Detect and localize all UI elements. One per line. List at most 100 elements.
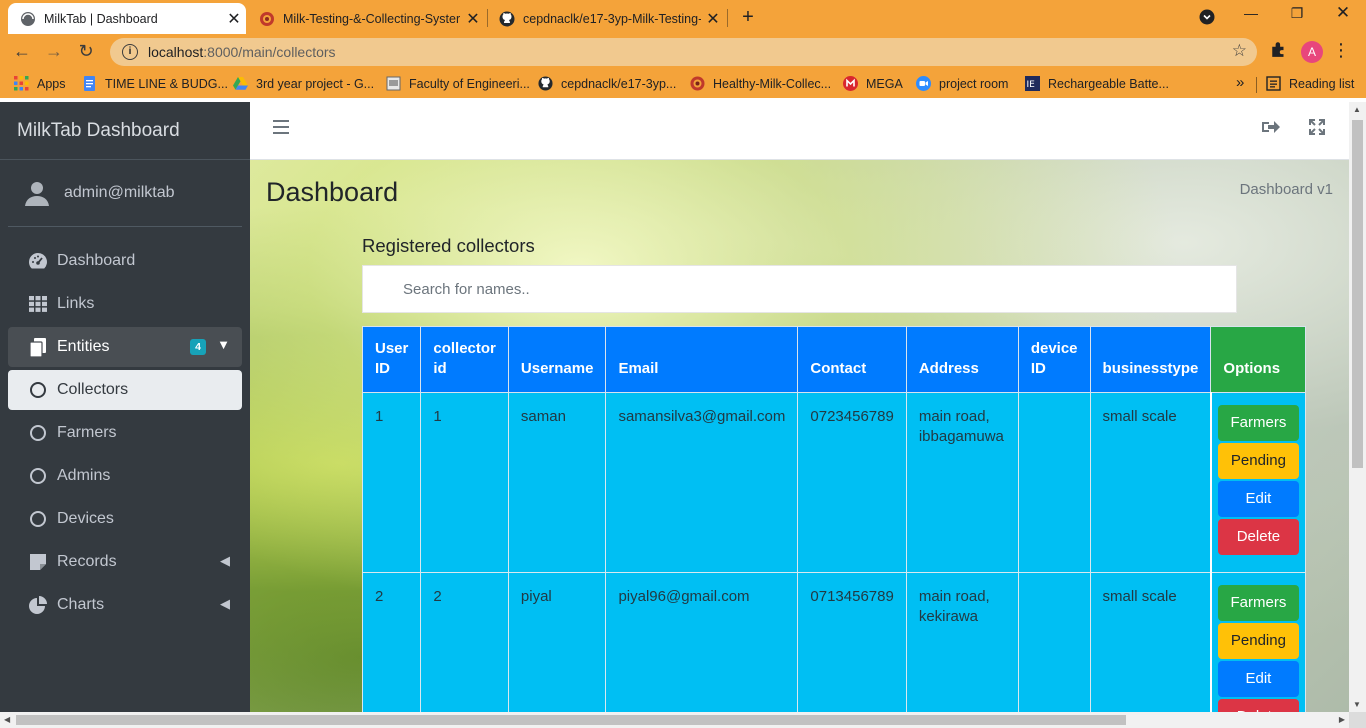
fullscreen-icon[interactable] [1309, 119, 1325, 135]
column-header-options: Options [1210, 326, 1306, 393]
browser-tab-dashboard[interactable]: MilkTab | Dashboard ✕ [8, 3, 246, 34]
scroll-right-icon[interactable]: ▶ [1339, 715, 1345, 724]
bookmark-mega[interactable]: MEGA [843, 76, 903, 91]
edit-button[interactable]: Edit [1217, 661, 1299, 697]
sidebar-item-label: Devices [57, 510, 114, 527]
close-tab-icon[interactable]: ✕ [222, 9, 246, 29]
sidebar-item-devices[interactable]: Devices [8, 499, 242, 539]
farmers-button[interactable]: Farmers [1217, 585, 1299, 621]
drive-icon [233, 77, 248, 90]
tab-title: MilkTab | Dashboard [44, 11, 158, 26]
pending-button[interactable]: Pending [1217, 443, 1299, 479]
pending-button[interactable]: Pending [1217, 623, 1299, 659]
column-header-address: Address [905, 326, 1019, 393]
tab-favicon-icon [260, 11, 274, 26]
reading-list-icon [1266, 76, 1281, 91]
sidebar-item-farmers[interactable]: Farmers [8, 413, 242, 453]
browser-menu-icon[interactable]: ⋮ [1332, 40, 1350, 61]
edit-button[interactable]: Edit [1217, 481, 1299, 517]
address-bar[interactable]: i localhost:8000/main/collectors ☆ [110, 38, 1257, 66]
cell-collector-id: 1 [420, 392, 509, 573]
window-close-icon[interactable]: ✕ [1333, 3, 1353, 23]
browser-tab-github-repo[interactable]: Milk-Testing-&-Collecting-Syster ✕ [247, 3, 485, 34]
sidebar-item-label: Entities [57, 338, 110, 355]
hamburger-menu-icon[interactable] [273, 120, 289, 138]
sidebar-item-links[interactable]: Links [8, 284, 242, 324]
sidebar-item-collectors[interactable]: Collectors [8, 370, 242, 410]
sidebar-item-label: Admins [57, 467, 111, 484]
minimize-icon[interactable]: — [1241, 5, 1261, 21]
scroll-thumb[interactable] [16, 715, 1126, 725]
address-toolbar: ← → ↻ i localhost:8000/main/collectors ☆ [0, 34, 1366, 70]
restore-icon[interactable]: ❐ [1287, 5, 1307, 22]
top-navbar [250, 102, 1349, 160]
back-icon[interactable]: ← [10, 41, 34, 62]
user-panel[interactable]: admin@milktab [8, 160, 242, 227]
sidebar-item-charts[interactable]: Charts ◀ [8, 585, 242, 625]
tab-search-icon[interactable] [1199, 9, 1215, 25]
github-icon [538, 76, 553, 91]
column-header-businesstype: businesstype [1089, 326, 1212, 393]
bookmark-cepdnaclk[interactable]: cepdnaclk/e17-3yp... [538, 76, 676, 91]
new-tab-button[interactable]: + [737, 6, 759, 29]
scroll-down-icon[interactable]: ▼ [1353, 700, 1361, 709]
page-title: Dashboard [266, 177, 399, 207]
sidebar-item-admins[interactable]: Admins [8, 456, 242, 496]
chevron-left-icon: ◀ [220, 596, 230, 611]
bookmark-label: TIME LINE & BUDG... [105, 76, 228, 91]
cell-options: Farmers Pending Edit Delete [1209, 392, 1306, 573]
bookmark-star-icon[interactable]: ☆ [1232, 41, 1247, 61]
forward-icon[interactable]: → [42, 41, 66, 62]
bookmark-healthy-milk[interactable]: Healthy-Milk-Collec... [690, 76, 831, 91]
bookmark-timeline[interactable]: TIME LINE & BUDG... [82, 76, 228, 91]
close-tab-icon[interactable]: ✕ [701, 9, 725, 29]
scroll-up-icon[interactable]: ▲ [1353, 105, 1361, 114]
brand-link[interactable]: MilkTab Dashboard [0, 102, 250, 160]
close-tab-icon[interactable]: ✕ [461, 9, 485, 29]
reading-list-button[interactable]: Reading list [1266, 76, 1354, 91]
bookmark-label: Apps [37, 76, 66, 91]
cell-user-id: 1 [361, 392, 422, 573]
cell-businesstype: small scale [1089, 392, 1212, 573]
bookmark-3rd-year[interactable]: 3rd year project - G... [233, 76, 374, 91]
column-header-email: Email [605, 326, 799, 393]
search-input[interactable] [362, 265, 1237, 313]
breadcrumb: Dashboard v1 [1239, 181, 1333, 198]
delete-button[interactable]: Delete [1217, 699, 1299, 712]
profile-avatar[interactable]: A [1301, 41, 1323, 63]
extensions-puzzle-icon[interactable] [1270, 40, 1288, 58]
entities-count-badge: 4 [190, 339, 206, 355]
vertical-scrollbar[interactable]: ▲ ▼ [1349, 102, 1366, 712]
bookmark-faculty[interactable]: Faculty of Engineeri... [386, 76, 530, 91]
site-info-icon[interactable]: i [122, 44, 138, 60]
farmers-button[interactable]: Farmers [1217, 405, 1299, 441]
cell-email: piyal96@gmail.com [605, 572, 799, 712]
sign-out-icon[interactable] [1262, 119, 1280, 135]
scroll-left-icon[interactable]: ◀ [4, 715, 10, 724]
sidebar-item-entities[interactable]: Entities 4 ▼ [8, 327, 242, 367]
cell-businesstype: small scale [1089, 572, 1212, 712]
bookmark-rechargeable[interactable]: IE Rechargeable Batte... [1025, 76, 1169, 91]
delete-button[interactable]: Delete [1217, 519, 1299, 555]
sidebar-item-dashboard[interactable]: Dashboard [8, 241, 242, 281]
bookmark-label: cepdnaclk/e17-3yp... [561, 76, 677, 91]
reload-icon[interactable]: ↻ [74, 41, 98, 62]
sidebar-item-records[interactable]: Records ◀ [8, 542, 242, 582]
tab-title: cepdnaclk/e17-3yp-Milk-Testing- [523, 11, 701, 26]
user-name: admin@milktab [64, 184, 175, 201]
browser-tab-cepdnaclk[interactable]: cepdnaclk/e17-3yp-Milk-Testing- ✕ [487, 3, 725, 34]
bookmarks-separator [1256, 77, 1257, 93]
scroll-thumb[interactable] [1352, 120, 1363, 468]
browser-tab-strip: MilkTab | Dashboard ✕ Milk-Testing-&-Col… [0, 0, 1366, 34]
bookmarks-overflow[interactable]: » [1236, 74, 1244, 91]
bookmark-apps[interactable]: Apps [14, 76, 66, 91]
sticky-note-icon [28, 552, 48, 572]
table-row: 2 2 piyal piyal96@gmail.com 0713456789 m… [361, 572, 1306, 712]
copy-icon [28, 337, 48, 357]
horizontal-scrollbar[interactable]: ◀ ▶ [0, 712, 1349, 728]
zoom-icon [916, 76, 931, 91]
chevron-down-icon: ▼ [217, 337, 230, 352]
sidebar-nav: Dashboard Links Entities 4 ▼ Collectors … [0, 227, 250, 625]
bookmark-project-room[interactable]: project room [916, 76, 1008, 91]
sidebar-item-label: Dashboard [57, 252, 136, 269]
